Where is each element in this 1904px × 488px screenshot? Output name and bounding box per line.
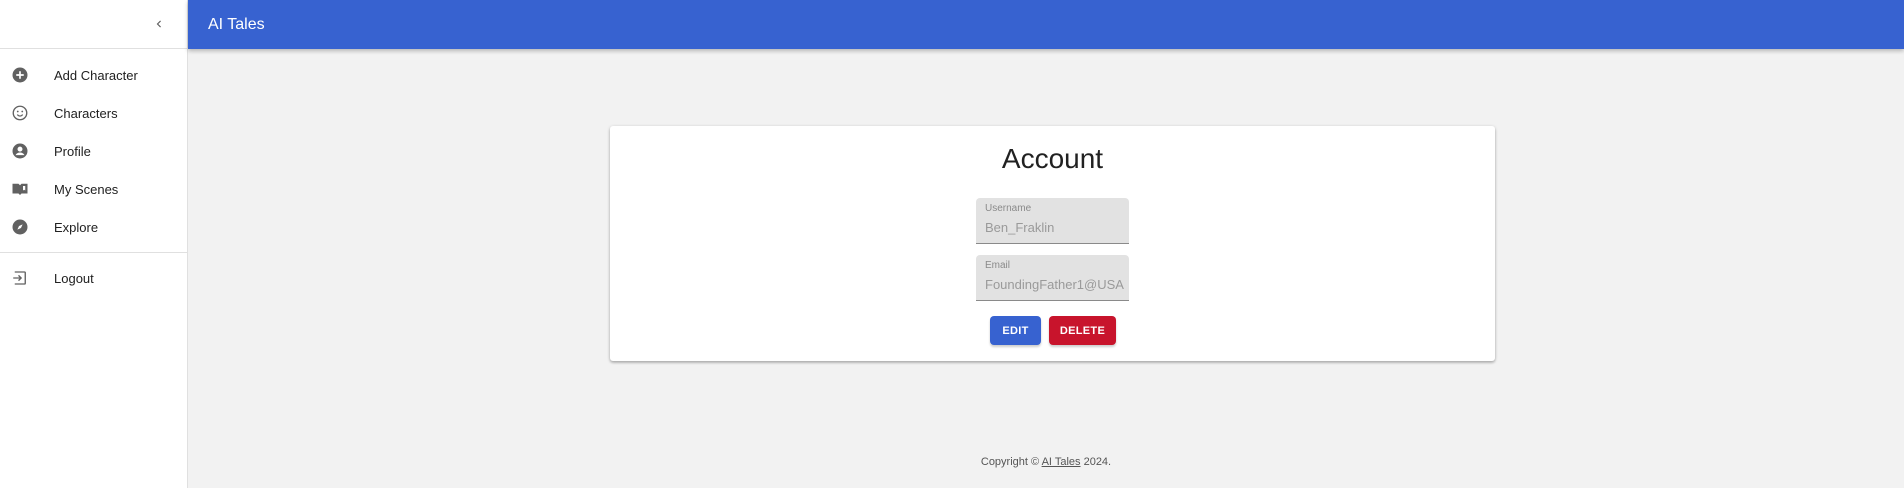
page-title: Account bbox=[1001, 143, 1104, 174]
email-value: FoundingFather1@USA bbox=[985, 277, 1124, 292]
nav-item-logout[interactable]: Logout bbox=[0, 259, 187, 297]
nav-list: Add Character Characters Profile My Scen… bbox=[0, 49, 187, 297]
email-label: Email bbox=[985, 260, 1011, 271]
nav-item-label: Characters bbox=[54, 105, 118, 121]
nav-item-characters[interactable]: Characters bbox=[0, 94, 187, 132]
nav-item-add-character[interactable]: Add Character bbox=[0, 56, 187, 94]
navigation-drawer: Add Character Characters Profile My Scen… bbox=[0, 0, 188, 488]
compass-icon bbox=[10, 217, 30, 237]
chevron-left-icon bbox=[156, 20, 161, 28]
nav-item-explore[interactable]: Explore bbox=[0, 208, 187, 246]
nav-item-label: Add Character bbox=[54, 67, 138, 83]
drawer-header bbox=[0, 0, 187, 49]
book-icon bbox=[10, 179, 30, 199]
nav-item-label: Logout bbox=[54, 270, 94, 286]
delete-button[interactable]: DELETE bbox=[1049, 316, 1116, 345]
nav-item-my-scenes[interactable]: My Scenes bbox=[0, 170, 187, 208]
nav-item-label: Explore bbox=[54, 219, 99, 235]
username-label: Username bbox=[985, 203, 1032, 214]
nav-item-profile[interactable]: Profile bbox=[0, 132, 187, 170]
edit-button[interactable]: EDIT bbox=[990, 316, 1041, 345]
copyright-prefix: Copyright © bbox=[980, 456, 1040, 468]
logout-icon bbox=[10, 268, 30, 288]
username-value: Ben_Fraklin bbox=[985, 220, 1055, 235]
footer-link-ai-tales[interactable]: AI Tales bbox=[1042, 456, 1081, 468]
nav-item-label: Profile bbox=[54, 143, 91, 159]
nav-item-label: My Scenes bbox=[54, 181, 119, 197]
account-card: Account Username Ben_Fraklin Email Found… bbox=[610, 126, 1495, 361]
add-circle-icon bbox=[10, 65, 30, 85]
app-bar: AI Tales bbox=[188, 0, 1904, 49]
collapse-drawer-button[interactable] bbox=[147, 12, 171, 36]
account-circle-icon bbox=[10, 141, 30, 161]
app-title: AI Tales bbox=[208, 15, 265, 33]
footer: Copyright © AI Tales 2024. bbox=[188, 456, 1904, 468]
copyright-year: 2024. bbox=[1083, 456, 1112, 468]
email-field[interactable]: Email FoundingFather1@USA bbox=[976, 255, 1129, 301]
smiley-icon bbox=[10, 103, 30, 123]
username-field[interactable]: Username Ben_Fraklin bbox=[976, 198, 1129, 244]
nav-divider bbox=[0, 252, 187, 253]
